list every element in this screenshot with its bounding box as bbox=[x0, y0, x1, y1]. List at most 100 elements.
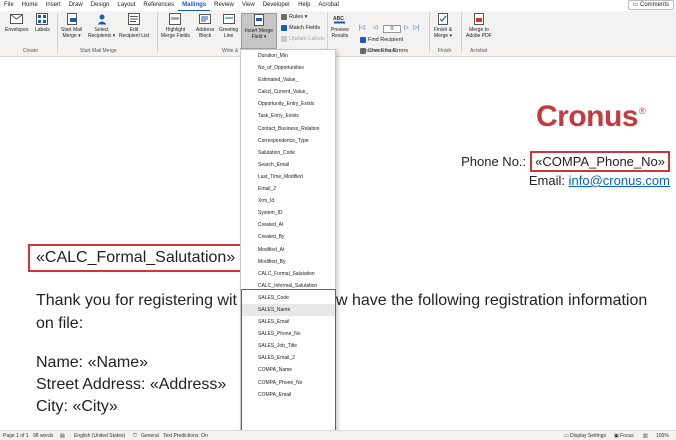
update-labels-button[interactable]: Update Labels bbox=[281, 36, 324, 42]
merge-field-option[interactable]: CALC_Formal_Salutation bbox=[241, 268, 335, 280]
envelopes-button[interactable]: Envelopes bbox=[5, 13, 28, 33]
merge-field-option[interactable]: SALES_Email bbox=[241, 316, 335, 328]
match-fields-button[interactable]: Match Fields bbox=[281, 25, 320, 31]
page-count[interactable]: Page 1 of 1 bbox=[3, 431, 29, 440]
merge-field-option[interactable]: No_of_Opportunities bbox=[241, 62, 335, 74]
proofing-icon[interactable]: ▤ bbox=[60, 431, 65, 440]
sensitivity-icon[interactable]: ⛉ bbox=[133, 431, 137, 440]
merge-field-option[interactable]: SALES_Name bbox=[241, 303, 335, 317]
sensitivity-label[interactable]: General bbox=[141, 431, 159, 440]
merge-field-option[interactable]: Task_Entry_Exists bbox=[241, 110, 335, 122]
merge-field-option[interactable]: COMPA_Phone_No bbox=[241, 377, 335, 389]
select-recipients-line2: Recipients ▾ bbox=[88, 33, 116, 39]
merge-to-pdf-line2: Adobe PDF bbox=[466, 33, 492, 39]
merge-field-option[interactable]: COMPA_Name bbox=[241, 364, 335, 376]
tab-home[interactable]: Home bbox=[18, 0, 42, 11]
merge-field-option[interactable]: Estimated_Value_ bbox=[241, 74, 335, 86]
document-page[interactable]: Cronus® Phone No.: «COMPA_Phone_No» Emai… bbox=[0, 58, 676, 430]
find-recipient-label: Find Recipient bbox=[368, 37, 404, 43]
rules-label: Rules ▾ bbox=[289, 14, 308, 20]
envelope-icon bbox=[10, 13, 24, 25]
insert-merge-field-button[interactable]: Insert Merge Field ▾ bbox=[241, 13, 277, 49]
text-predictions[interactable]: Text Predictions: On bbox=[163, 431, 208, 440]
merge-field-option[interactable]: Email_2 bbox=[241, 183, 335, 195]
highlight-merge-fields-line2: Merge Fields bbox=[161, 33, 190, 39]
tab-references[interactable]: References bbox=[139, 0, 178, 11]
phone-merge-field[interactable]: «COMPA_Phone_No» bbox=[530, 151, 670, 172]
merge-to-pdf-button[interactable]: Merge to Adobe PDF bbox=[466, 13, 492, 39]
group-create-label: Create bbox=[23, 48, 39, 54]
greeting-line-button[interactable]: Greeting Line bbox=[219, 13, 238, 39]
merge-field-option[interactable]: Duration_Min bbox=[241, 50, 335, 62]
merge-field-option[interactable]: SALES_Email_2 bbox=[241, 352, 335, 364]
salutation-merge-field[interactable]: «CALC_Formal_Salutation» bbox=[28, 244, 244, 272]
merge-field-option[interactable]: Modified_At bbox=[241, 244, 335, 256]
first-record-icon[interactable]: |◁ bbox=[359, 24, 365, 31]
comments-button[interactable]: ▭ Comments bbox=[627, 0, 674, 10]
tab-developer[interactable]: Developer bbox=[259, 0, 294, 11]
merge-field-option[interactable]: Search_Email bbox=[241, 159, 335, 171]
tab-design[interactable]: Design bbox=[87, 0, 114, 11]
preview-results-button[interactable]: ABC Preview Results bbox=[331, 13, 349, 39]
display-settings[interactable]: ▭ Display Settings bbox=[564, 431, 606, 440]
last-record-icon[interactable]: ▷| bbox=[413, 24, 419, 31]
focus-label: Focus bbox=[620, 433, 634, 439]
merge-field-option[interactable]: Created_At bbox=[241, 219, 335, 231]
paragraph-line-1b: w have the following registration inform… bbox=[336, 292, 648, 309]
merge-field-option[interactable]: SALES_Phone_No bbox=[241, 328, 335, 340]
merge-field-option[interactable]: Created_By bbox=[241, 231, 335, 243]
merge-field-option[interactable]: Opportunity_Entry_Exists bbox=[241, 98, 335, 110]
zoom-level[interactable]: 100% bbox=[656, 431, 669, 440]
tab-insert[interactable]: Insert bbox=[42, 0, 65, 11]
tab-view[interactable]: View bbox=[238, 0, 259, 11]
merge-field-option[interactable]: Xrm_Id bbox=[241, 195, 335, 207]
greeting-line-icon bbox=[222, 13, 235, 25]
group-separator bbox=[57, 13, 58, 53]
finish-merge-icon bbox=[437, 13, 450, 25]
pdf-icon bbox=[472, 13, 485, 25]
merge-field-option[interactable]: Calcd_Current_Value_ bbox=[241, 86, 335, 98]
status-bar: Page 1 of 1 98 words ▤ English (United S… bbox=[0, 430, 676, 440]
tab-draw[interactable]: Draw bbox=[65, 0, 87, 11]
merge-field-option[interactable]: System_ID bbox=[241, 207, 335, 219]
rules-button[interactable]: Rules ▾ bbox=[281, 14, 307, 20]
tab-review[interactable]: Review bbox=[210, 0, 238, 11]
merge-field-option[interactable]: Correspondence_Type bbox=[241, 135, 335, 147]
tab-acrobat[interactable]: Acrobat bbox=[314, 0, 343, 11]
tab-mailings[interactable]: Mailings bbox=[178, 0, 211, 11]
start-mail-merge-button[interactable]: Start Mail Merge ▾ bbox=[61, 13, 82, 39]
find-recipient-button[interactable]: Find Recipient bbox=[360, 37, 403, 43]
merge-field-option[interactable]: Contact_Business_Relation bbox=[241, 123, 335, 135]
next-record-icon[interactable]: ▷ bbox=[404, 24, 409, 31]
edit-recipient-list-button[interactable]: Edit Recipient List bbox=[119, 13, 149, 39]
merge-field-option[interactable]: SALES_Job_Title bbox=[241, 340, 335, 352]
record-number-input[interactable]: 0 bbox=[383, 25, 401, 33]
focus-button[interactable]: ▣ Focus bbox=[614, 431, 634, 440]
language[interactable]: English (United States) bbox=[74, 431, 125, 440]
update-labels-icon bbox=[281, 36, 287, 42]
view-mode-icon[interactable]: ▥ bbox=[643, 431, 648, 440]
merge-field-option[interactable]: COMPA_Email bbox=[241, 389, 335, 401]
tab-file[interactable]: File bbox=[0, 0, 18, 11]
paragraph-line-2: on file: bbox=[36, 315, 84, 332]
merge-field-option[interactable]: SALES_Code bbox=[241, 292, 335, 304]
labels-button[interactable]: Labels bbox=[35, 13, 50, 33]
tab-layout[interactable]: Layout bbox=[113, 0, 139, 11]
highlight-merge-fields-button[interactable]: Highlight Merge Fields bbox=[161, 13, 190, 39]
merge-field-option[interactable]: Salutation_Code bbox=[241, 147, 335, 159]
word-count[interactable]: 98 words bbox=[33, 431, 53, 440]
match-fields-icon bbox=[281, 25, 287, 31]
finish-merge-button[interactable]: Finish & Merge ▾ bbox=[434, 13, 452, 39]
name-line: Name: «Name» bbox=[36, 354, 149, 371]
group-separator bbox=[157, 13, 158, 53]
paragraph-line-1a: Thank you for registering wit bbox=[36, 292, 237, 309]
merge-field-option[interactable]: CALC_Informal_Salutation bbox=[241, 280, 335, 292]
select-recipients-button[interactable]: Select Recipients ▾ bbox=[88, 13, 115, 39]
merge-field-option[interactable]: Last_Time_Modified bbox=[241, 171, 335, 183]
merge-field-option[interactable]: Modified_By bbox=[241, 256, 335, 268]
city-line: City: «City» bbox=[36, 398, 118, 415]
address-block-button[interactable]: Address Block bbox=[196, 13, 214, 39]
email-link[interactable]: info@cronus.com bbox=[569, 173, 670, 188]
previous-record-icon[interactable]: ◁ bbox=[373, 24, 378, 31]
tab-help[interactable]: Help bbox=[294, 0, 314, 11]
